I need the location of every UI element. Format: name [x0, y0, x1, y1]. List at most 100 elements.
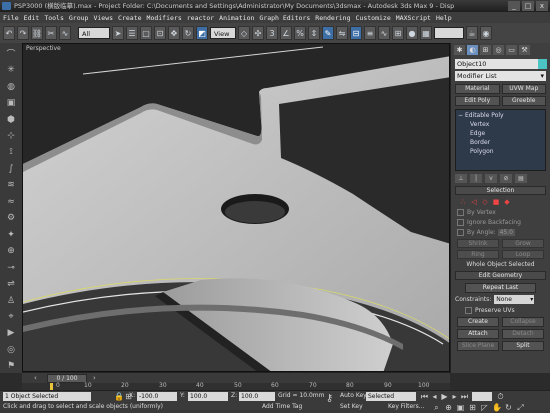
point-to-point-icon[interactable]: ⇌: [3, 277, 19, 290]
spinner-snap-icon[interactable]: ⇕: [308, 26, 320, 40]
reactor-icon[interactable]: ◍: [3, 80, 19, 93]
named-selection-icon[interactable]: ✎: [322, 26, 334, 40]
create-animation-icon[interactable]: ◎: [3, 343, 19, 356]
water-icon[interactable]: ≈: [3, 195, 19, 208]
ragdoll-icon[interactable]: ♙: [3, 294, 19, 307]
ignore-backfacing-checkbox[interactable]: Ignore Backfacing: [457, 218, 544, 227]
preview-animation-icon[interactable]: ▶: [3, 327, 19, 340]
stack-item-vertex[interactable]: Vertex: [458, 120, 543, 129]
menu-maxscript[interactable]: MAXScript: [396, 14, 431, 22]
slice-plane-button[interactable]: Slice Plane: [457, 341, 499, 351]
show-end-result-icon[interactable]: │: [470, 174, 482, 183]
motion-tab-icon[interactable]: ◎: [493, 45, 504, 55]
quick-render-icon[interactable]: ☕: [466, 26, 478, 40]
utilities-tab-icon[interactable]: ⚒: [519, 45, 530, 55]
next-frame-icon[interactable]: ›: [93, 374, 96, 382]
display-tab-icon[interactable]: ▭: [506, 45, 517, 55]
menu-edit[interactable]: Edit: [24, 14, 40, 22]
pan-view-icon[interactable]: ✋: [492, 403, 502, 412]
detach-button[interactable]: Detach: [502, 329, 544, 339]
select-object-icon[interactable]: ➤: [112, 26, 124, 40]
render-last-icon[interactable]: ◉: [480, 26, 492, 40]
select-move-icon[interactable]: ✥: [168, 26, 180, 40]
greeble-button[interactable]: Greeble: [501, 96, 546, 106]
zoom-icon[interactable]: ⌕: [432, 403, 441, 412]
layer-manager-icon[interactable]: ≡: [364, 26, 376, 40]
window-crossing-icon[interactable]: ⊡: [154, 26, 166, 40]
material-editor-icon[interactable]: ●: [406, 26, 418, 40]
redo-icon[interactable]: ↷: [17, 26, 29, 40]
key-mode-icon[interactable]: ⚷: [325, 394, 334, 404]
by-angle-value[interactable]: 45.0: [497, 229, 515, 236]
shrink-button[interactable]: Shrink: [457, 239, 499, 248]
key-filters-button[interactable]: Key Filters...: [388, 403, 425, 410]
menu-reactor[interactable]: reactor: [187, 14, 214, 22]
rigid-body-icon[interactable]: ⬢: [3, 113, 19, 126]
snaps-toggle-icon[interactable]: 3: [266, 26, 278, 40]
ring-button[interactable]: Ring: [457, 250, 499, 259]
go-to-start-icon[interactable]: ⏮: [420, 392, 429, 401]
create-button[interactable]: Create: [457, 317, 499, 327]
curve-tool-icon[interactable]: ⌒: [3, 47, 19, 60]
stack-item-edge[interactable]: Edge: [458, 129, 543, 138]
modifier-list-dropdown[interactable]: Modifier List: [455, 71, 546, 81]
go-to-end-icon[interactable]: ⏭: [460, 392, 469, 401]
current-frame-field[interactable]: [472, 392, 492, 401]
perspective-viewport[interactable]: Perspective: [22, 43, 450, 372]
unlink-icon[interactable]: ✂: [45, 26, 57, 40]
split-checkbox[interactable]: Split: [502, 341, 544, 351]
create-tab-icon[interactable]: ✱: [454, 45, 465, 55]
menu-rendering[interactable]: Rendering: [315, 14, 350, 22]
menu-animation[interactable]: Animation: [219, 14, 254, 22]
previous-key-icon[interactable]: ◂: [430, 392, 439, 401]
rectangular-selection-icon[interactable]: ▢: [140, 26, 152, 40]
curve-editor-icon[interactable]: ∿: [378, 26, 390, 40]
previous-frame-icon[interactable]: ‹: [34, 374, 37, 382]
lock-selection-icon[interactable]: 🔒: [114, 392, 124, 401]
orbit-icon[interactable]: ↻: [504, 403, 513, 412]
select-by-name-icon[interactable]: ☰: [126, 26, 138, 40]
toy-car-icon[interactable]: ⚙: [3, 212, 19, 225]
selection-rollout-header[interactable]: Selection: [455, 186, 546, 195]
wind-icon[interactable]: ≋: [3, 179, 19, 192]
z-coordinate-field[interactable]: 100.0: [239, 392, 275, 401]
object-name-field[interactable]: Object10: [455, 59, 547, 69]
close-button[interactable]: x: [536, 1, 548, 11]
border-mode-icon[interactable]: ◇: [481, 198, 489, 206]
edge-mode-icon[interactable]: ◁: [470, 198, 478, 206]
schematic-view-icon[interactable]: ⊞: [392, 26, 404, 40]
edit-poly-button[interactable]: Edit Poly: [455, 96, 500, 106]
make-unique-icon[interactable]: ⋎: [485, 174, 497, 183]
vertex-mode-icon[interactable]: ∴: [459, 198, 467, 206]
repeat-last-button[interactable]: Repeat Last: [465, 283, 536, 293]
selection-filter-select[interactable]: All: [78, 27, 110, 39]
x-coordinate-field[interactable]: -100.0: [137, 392, 177, 401]
menu-graph-editors[interactable]: Graph Editors: [259, 14, 310, 22]
constraints-dropdown[interactable]: None: [494, 295, 535, 304]
field-of-view-icon[interactable]: ◸: [480, 403, 489, 412]
menu-customize[interactable]: Customize: [356, 14, 391, 22]
angle-snap-icon[interactable]: ∠: [280, 26, 292, 40]
spring-icon[interactable]: ⟟: [3, 146, 19, 159]
fracture-icon[interactable]: ✦: [3, 228, 19, 241]
time-config-icon[interactable]: ⏱: [496, 392, 505, 401]
zoom-extents-icon[interactable]: ▣: [456, 403, 465, 412]
attach-button[interactable]: Attach: [457, 329, 499, 339]
timeline-track[interactable]: 0 10 20 30 40 50 60 70 80 90 100: [22, 382, 450, 390]
edit-geometry-rollout-header[interactable]: Edit Geometry: [455, 271, 546, 280]
spiral-tool-icon[interactable]: ✳: [3, 63, 19, 76]
percent-snap-icon[interactable]: %: [294, 26, 306, 40]
analyze-world-icon[interactable]: ⌖: [3, 310, 19, 323]
menu-views[interactable]: Views: [93, 14, 113, 22]
preserve-uvs-checkbox[interactable]: Preserve UVs: [465, 306, 544, 315]
manipulate-icon[interactable]: ✣: [252, 26, 264, 40]
collapse-button[interactable]: Collapse: [502, 317, 544, 327]
by-vertex-checkbox[interactable]: By Vertex: [457, 208, 544, 217]
modify-tab-icon[interactable]: ◐: [467, 45, 478, 55]
menu-file[interactable]: File: [3, 14, 19, 22]
render-type-select[interactable]: [434, 27, 464, 39]
zoom-all-icon[interactable]: ⊕: [444, 403, 453, 412]
by-angle-checkbox[interactable]: By Angle: 45.0: [457, 228, 544, 237]
auto-key-button[interactable]: Auto Key: [340, 392, 367, 399]
play-icon[interactable]: ▶: [440, 392, 449, 401]
